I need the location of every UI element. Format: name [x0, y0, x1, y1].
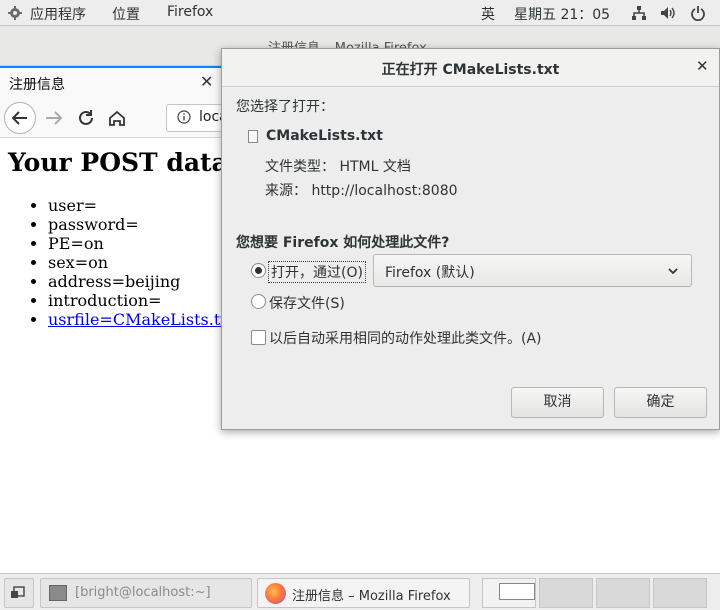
workspace-4[interactable] [653, 578, 707, 608]
back-button[interactable] [4, 102, 36, 134]
file-name: CMakeLists.txt [266, 128, 383, 144]
list-item: address=beijing [48, 272, 236, 291]
workspace-3[interactable] [596, 578, 650, 608]
list-item: user= [48, 196, 236, 215]
show-desktop-button[interactable] [4, 578, 34, 608]
file-type: 文件类型： HTML 文档 [265, 159, 411, 175]
tab-close-icon[interactable]: ✕ [200, 72, 213, 91]
list-item: PE=on [48, 234, 236, 253]
clock[interactable]: 星期五 21：05 [514, 4, 610, 24]
task-firefox[interactable]: 注册信息 – Mozilla Firefox [257, 578, 470, 608]
power-icon[interactable] [690, 5, 706, 22]
task-firefox-label: 注册信息 – Mozilla Firefox [292, 589, 451, 604]
cancel-button[interactable]: 取消 [511, 387, 604, 418]
applications-menu[interactable]: 应用程序 [30, 4, 86, 24]
workspace-2[interactable] [539, 578, 593, 608]
taskbar: [bright@localhost:~] 注册信息 – Mozilla Fire… [0, 573, 720, 610]
home-button[interactable] [101, 102, 133, 134]
post-data-list: user= password= PE=on sex=on address=bei… [48, 196, 236, 329]
open-with-label[interactable]: 打开，通过(O) [268, 261, 366, 283]
dialog-close-icon[interactable]: ✕ [696, 57, 709, 75]
dialog-titlebar: 正在打开 CMakeLists.txt ✕ [222, 49, 719, 87]
reload-button[interactable] [70, 102, 102, 134]
save-file-label[interactable]: 保存文件(S) [269, 293, 345, 313]
list-item: introduction= [48, 291, 236, 310]
uploaded-file-link[interactable]: usrfile=CMakeLists.txt [48, 310, 236, 329]
tab-label: 注册信息 [9, 77, 65, 93]
firefox-app-menu[interactable]: Firefox [167, 4, 213, 20]
task-terminal[interactable]: [bright@localhost:~] [40, 578, 252, 608]
dialog-title: 正在打开 CMakeLists.txt [381, 62, 560, 78]
open-with-radio[interactable] [251, 263, 266, 278]
page-heading: Your POST data [8, 148, 228, 177]
info-icon[interactable] [177, 110, 191, 124]
list-item: password= [48, 215, 236, 234]
forward-button[interactable] [38, 102, 70, 134]
dialog-intro: 您选择了打开： [236, 99, 334, 115]
application-select[interactable]: Firefox (默认) [373, 254, 692, 287]
tab-registration[interactable]: 注册信息 ✕ [0, 66, 222, 98]
network-icon[interactable] [631, 5, 647, 21]
auto-action-label[interactable]: 以后自动采用相同的动作处理此类文件。(A) [269, 328, 542, 348]
chevron-down-icon [666, 264, 680, 278]
application-select-value: Firefox (默认) [385, 265, 475, 281]
list-item: sex=on [48, 253, 236, 272]
input-method-indicator[interactable]: 英 [481, 4, 495, 24]
terminal-icon [49, 585, 67, 601]
ok-button[interactable]: 确定 [614, 387, 707, 418]
save-file-radio[interactable] [251, 294, 266, 309]
places-menu[interactable]: 位置 [112, 4, 140, 24]
open-file-dialog: 正在打开 CMakeLists.txt ✕ 您选择了打开： CMakeLists… [221, 48, 720, 430]
file-source: 来源： http://localhost:8080 [265, 183, 458, 199]
list-item: usrfile=CMakeLists.txt [48, 310, 236, 329]
apps-menu-icon[interactable] [7, 5, 23, 21]
auto-action-checkbox[interactable] [251, 330, 266, 345]
task-terminal-label: [bright@localhost:~] [75, 585, 211, 600]
handling-question: 您想要 Firefox 如何处理此文件? [236, 235, 450, 251]
firefox-icon [265, 583, 286, 604]
workspace-window-preview [499, 583, 535, 600]
workspace-1[interactable] [482, 578, 536, 608]
top-panel: 应用程序 位置 Firefox 英 星期五 21：05 [0, 0, 720, 26]
volume-icon[interactable] [660, 5, 676, 21]
file-icon [248, 130, 258, 143]
